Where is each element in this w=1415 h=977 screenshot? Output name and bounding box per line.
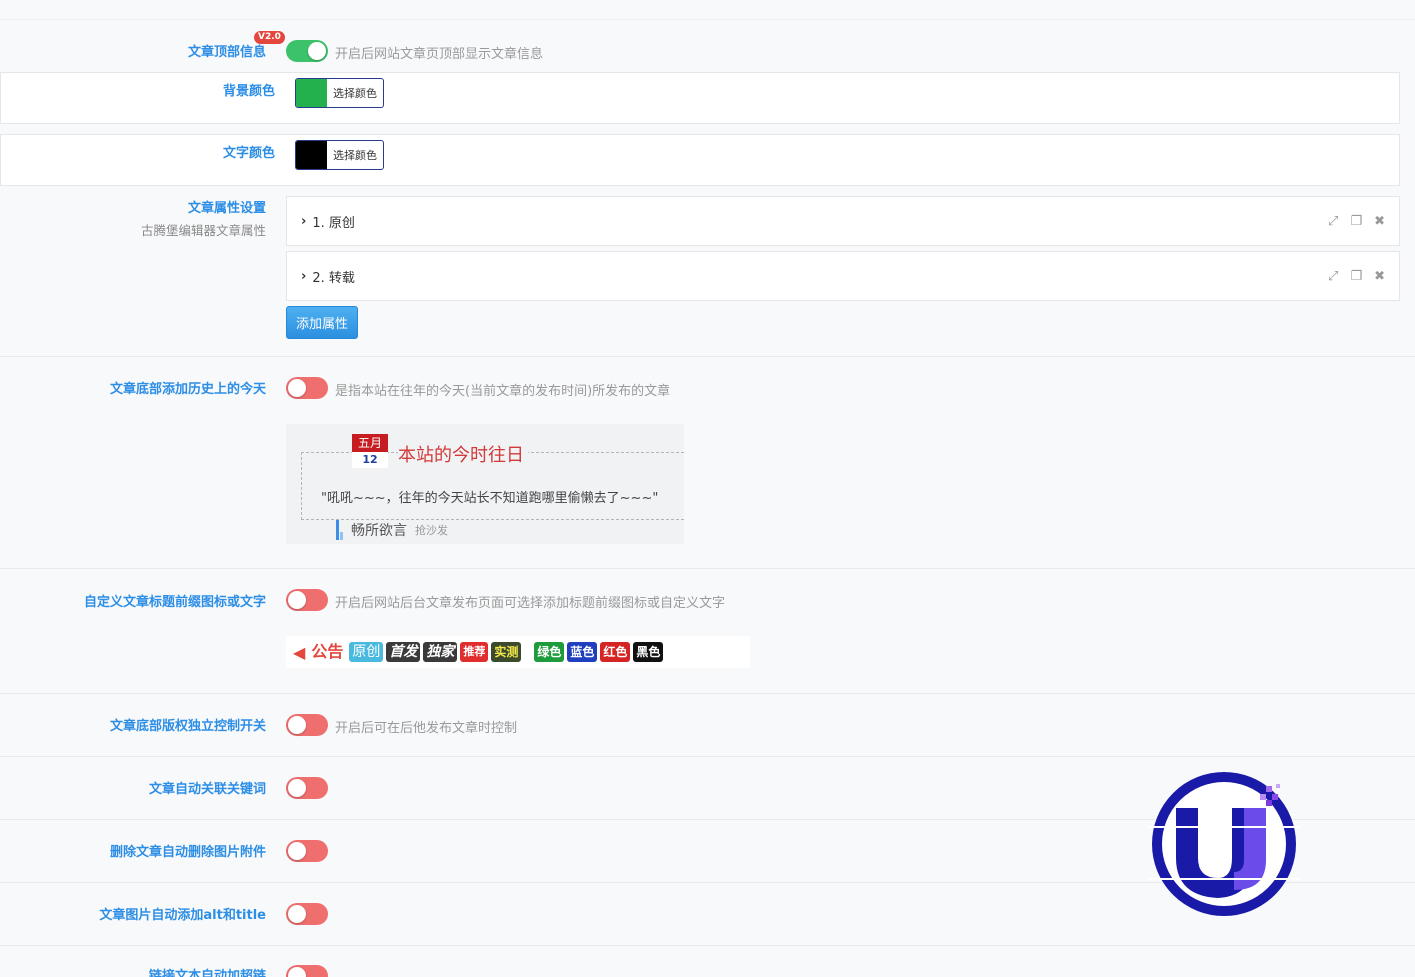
copy-icon[interactable]: ❐ [1350,269,1362,284]
add-attr-button[interactable]: 添加属性 [286,306,359,339]
copyright-desc: 开启后可在后他发布文章时控制 [335,721,518,736]
top-info-label: 文章顶部信息 [187,45,266,60]
signal-bars-icon [336,520,343,540]
preview-quote: "吼吼~~~，往年的今天站长不知道跑哪里偷懒去了~~~" [321,491,659,506]
expand-icon[interactable]: ⤢ [1328,214,1338,229]
attrs-sublabel: 古腾堡编辑器文章属性 [140,223,266,238]
prefix-tag: 红色 [600,642,631,662]
history-toggle[interactable] [286,377,328,399]
attrs-title: 文章属性设置 [187,201,266,216]
delete-images-toggle[interactable] [286,840,328,862]
history-desc: 是指本站在往年的今天(当前文章的发布时间)所发布的文章 [335,384,671,399]
prefix-tag: 绿色 [534,642,565,662]
megaphone-icon: ◀ [293,642,306,662]
prefix-tag: 公告 [311,642,344,661]
history-preview: 五月 12 本站的今时往日 "吼吼~~~，往年的今天站长不知道跑哪里偷懒去了~~… [286,424,684,544]
alt-title-label: 文章图片自动添加alt和title [99,908,266,923]
bg-color-picker[interactable]: 选择颜色 [295,78,384,108]
history-label: 文章底部添加历史上的今天 [109,382,266,397]
close-icon[interactable]: ✖ [1374,269,1385,284]
copy-icon[interactable]: ❐ [1350,214,1362,229]
prefix-toggle[interactable] [286,589,328,611]
bg-color-button-label: 选择颜色 [333,87,377,100]
auto-keywords-toggle[interactable] [286,777,328,799]
attrs-label: 文章属性设置 古腾堡编辑器文章属性 [141,197,266,239]
prefix-tag: 首发 [386,642,421,662]
uj-logo-icon [1148,772,1300,916]
close-icon[interactable]: ✖ [1374,214,1385,229]
preview-sofa: 抢沙发 [415,524,448,537]
alt-title-toggle[interactable] [286,903,328,925]
chevron-right-icon: › [301,213,307,229]
top-info-desc: 开启后网站文章页顶部显示文章信息 [335,47,544,62]
setting-prefix [0,568,1415,693]
prefix-tag: 蓝色 [567,642,598,662]
preview-footer: 畅所欲言 抢沙发 [336,520,448,540]
bg-color-label: 背景颜色 [222,84,275,99]
preview-author: 畅所欲言 [351,523,407,539]
prefix-tag: 原创 [349,642,384,662]
attr-item[interactable]: › 1. 原创 ⤢ ❐ ✖ [286,196,1400,246]
calendar-day: 12 [362,453,378,466]
prefix-tags-preview: ◀ 公告 原创 首发 独家 推荐 实测 绿色 蓝色 红色 黑色 [286,636,750,668]
text-color-swatch [296,141,327,169]
prefix-desc: 开启后网站后台文章发布页面可选择添加标题前缀图标或自定义文字 [335,596,726,611]
attr-item-title: 2. 转载 [312,270,355,286]
bg-color-swatch [296,79,327,107]
text-color-picker[interactable]: 选择颜色 [295,140,384,170]
attr-item[interactable]: › 2. 转载 ⤢ ❐ ✖ [286,251,1400,301]
calendar-month: 五月 [352,434,388,452]
prefix-tag: 黑色 [633,642,664,662]
bg-color-row [0,72,1400,124]
auto-link-label: 链接文本自动加超链 [148,969,266,977]
chevron-right-icon: › [301,268,307,284]
text-color-row [0,134,1400,186]
copyright-label: 文章底部版权独立控制开关 [109,719,266,734]
prefix-tag: 推荐 [460,642,489,662]
prefix-tag: 实测 [491,642,522,662]
expand-icon[interactable]: ⤢ [1328,269,1338,284]
auto-link-toggle[interactable] [286,965,328,977]
top-info-toggle[interactable] [286,40,328,62]
text-color-button-label: 选择颜色 [333,149,377,162]
copyright-toggle[interactable] [286,714,328,736]
prefix-tag: 独家 [423,642,458,662]
auto-keywords-label: 文章自动关联关键词 [148,782,266,797]
attr-item-title: 1. 原创 [312,215,355,231]
calendar-icon: 五月 12 [352,434,388,468]
prefix-label: 自定义文章标题前缀图标或文字 [83,595,266,610]
preview-title: 本站的今时往日 [398,441,528,467]
delete-images-label: 删除文章自动删除图片附件 [109,845,266,860]
version-badge: V2.0 [254,31,285,44]
text-color-label: 文字颜色 [222,146,275,161]
